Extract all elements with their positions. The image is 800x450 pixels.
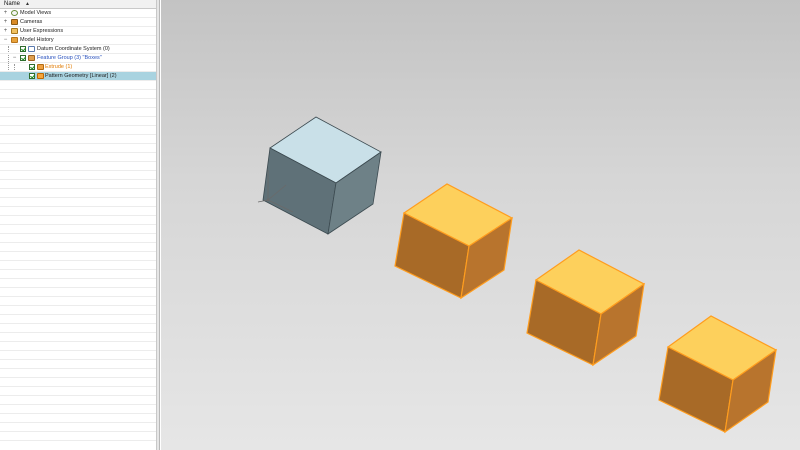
empty-tree-row — [0, 270, 156, 279]
tree-node-extrude[interactable]: Extrude (1) — [0, 63, 156, 72]
empty-tree-row — [0, 135, 156, 144]
part-navigator: Name ▲ + Model Views + Cameras + User Ex… — [0, 0, 157, 450]
tree-node-pattern-geometry[interactable]: Pattern Geometry [Linear] (2) — [0, 72, 156, 81]
empty-tree-row — [0, 99, 156, 108]
collapse-icon[interactable]: − — [12, 55, 17, 61]
empty-tree-row — [0, 261, 156, 270]
empty-tree-row — [0, 288, 156, 297]
feature-group-icon — [28, 55, 35, 61]
tree-node-label: Feature Group (3) "Boxes" — [37, 55, 102, 61]
expression-icon — [11, 28, 18, 34]
source-box[interactable] — [262, 116, 382, 235]
datum-csys-icon — [28, 46, 35, 52]
tree-node-feature-group[interactable]: − Feature Group (3) "Boxes" — [0, 54, 156, 63]
graphics-scene — [257, 116, 778, 434]
empty-tree-row — [0, 189, 156, 198]
empty-tree-row — [0, 414, 156, 423]
empty-tree-row — [0, 180, 156, 189]
visibility-checkbox[interactable] — [29, 64, 35, 70]
pattern-geometry-icon — [37, 73, 44, 79]
tree-node-model-history[interactable]: − Model History — [0, 36, 156, 45]
pattern-box-1[interactable] — [394, 183, 514, 300]
graphics-viewport[interactable] — [161, 0, 800, 450]
empty-tree-row — [0, 351, 156, 360]
expand-icon[interactable]: + — [3, 19, 8, 25]
camera-icon — [11, 19, 18, 25]
name-column-header[interactable]: Name ▲ — [0, 0, 156, 9]
empty-tree-row — [0, 225, 156, 234]
tree-node-label: Datum Coordinate System (0) — [37, 46, 110, 52]
empty-tree-row — [0, 171, 156, 180]
tree-node-label: User Expressions — [20, 28, 64, 34]
extrude-icon — [37, 64, 44, 70]
empty-tree-row — [0, 306, 156, 315]
empty-tree-row — [0, 315, 156, 324]
folder-icon — [11, 37, 18, 43]
tree-node-model-views[interactable]: + Model Views — [0, 9, 156, 18]
pattern-box-2[interactable] — [526, 249, 646, 367]
tree-node-cameras[interactable]: + Cameras — [0, 18, 156, 27]
empty-tree-row — [0, 387, 156, 396]
empty-tree-row — [0, 234, 156, 243]
tree-node-label: Extrude (1) — [45, 64, 73, 70]
name-column-header-label: Name — [4, 1, 21, 7]
empty-tree-row — [0, 162, 156, 171]
expand-icon[interactable]: + — [3, 10, 8, 16]
tree-node-user-expressions[interactable]: + User Expressions — [0, 27, 156, 36]
collapse-icon[interactable]: − — [3, 37, 8, 43]
empty-tree-row — [0, 243, 156, 252]
empty-tree-row — [0, 126, 156, 135]
tree-node-label: Model Views — [20, 10, 52, 16]
empty-tree-row — [0, 252, 156, 261]
empty-tree-row — [0, 324, 156, 333]
empty-tree-row — [0, 432, 156, 441]
empty-tree-row — [0, 81, 156, 90]
visibility-checkbox[interactable] — [20, 46, 26, 52]
empty-tree-row — [0, 108, 156, 117]
pattern-box-3[interactable] — [658, 315, 778, 434]
empty-tree-row — [0, 405, 156, 414]
empty-tree-row — [0, 117, 156, 126]
visibility-checkbox[interactable] — [29, 73, 35, 79]
navigator-empty-area — [0, 81, 156, 441]
empty-tree-row — [0, 360, 156, 369]
expand-icon[interactable]: + — [3, 28, 8, 34]
tree-node-label: Pattern Geometry [Linear] (2) — [45, 73, 117, 79]
model-views-icon — [11, 10, 18, 16]
empty-tree-row — [0, 198, 156, 207]
empty-tree-row — [0, 369, 156, 378]
empty-tree-row — [0, 378, 156, 387]
empty-tree-row — [0, 144, 156, 153]
tree-node-label: Model History — [20, 37, 54, 43]
datum-origin — [266, 198, 270, 202]
tree-node-label: Cameras — [20, 19, 43, 25]
empty-tree-row — [0, 90, 156, 99]
empty-tree-row — [0, 396, 156, 405]
empty-tree-row — [0, 279, 156, 288]
empty-tree-row — [0, 297, 156, 306]
panel-splitter[interactable] — [157, 0, 160, 450]
empty-tree-row — [0, 216, 156, 225]
empty-tree-row — [0, 342, 156, 351]
tree-node-datum-csys[interactable]: Datum Coordinate System (0) — [0, 45, 156, 54]
empty-tree-row — [0, 423, 156, 432]
visibility-checkbox[interactable] — [20, 55, 26, 61]
empty-tree-row — [0, 153, 156, 162]
empty-tree-row — [0, 333, 156, 342]
empty-tree-row — [0, 207, 156, 216]
sort-ascending-icon: ▲ — [25, 1, 30, 7]
